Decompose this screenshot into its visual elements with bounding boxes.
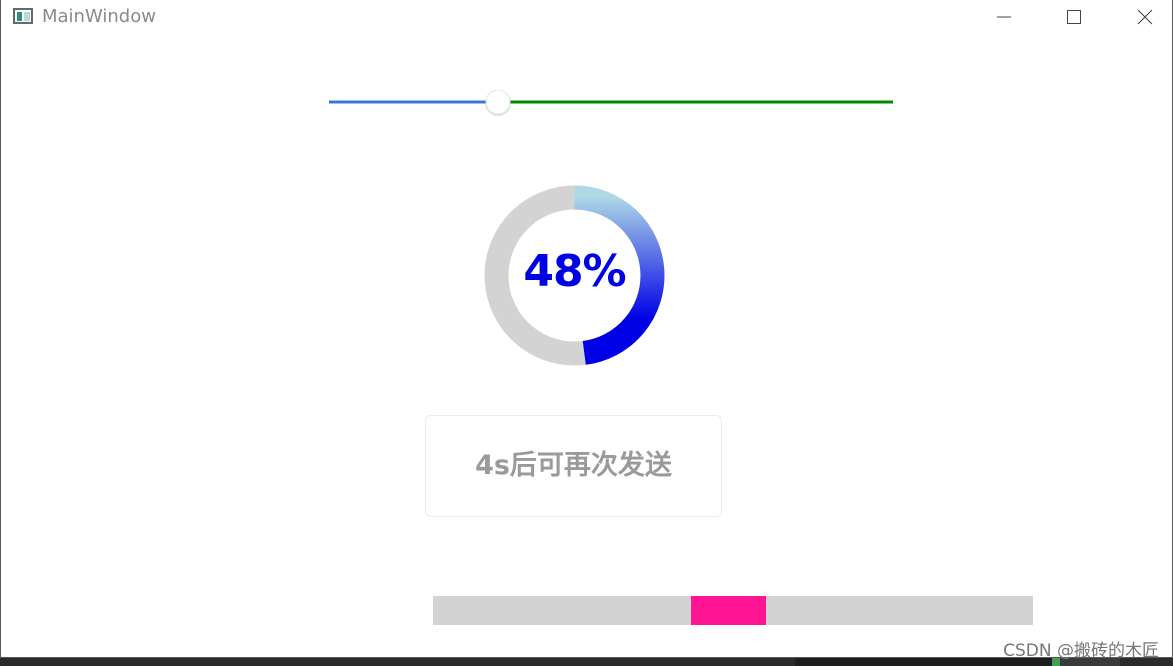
close-icon bbox=[1137, 9, 1153, 25]
progress-ring: 48% bbox=[483, 184, 666, 367]
indeterminate-loading-bar bbox=[433, 596, 1033, 625]
maximize-icon bbox=[1067, 10, 1081, 24]
progress-percent-label: 48% bbox=[523, 246, 626, 297]
taskbar-strip bbox=[0, 658, 1173, 666]
minimize-icon bbox=[997, 16, 1011, 18]
value-slider[interactable] bbox=[329, 90, 893, 116]
window-title: MainWindow bbox=[42, 6, 156, 27]
main-window: MainWindow 48% 4s后可再次发送 bbox=[0, 0, 1173, 658]
maximize-button[interactable] bbox=[1051, 0, 1097, 34]
watermark-text: CSDN @搬砖的木匠 bbox=[1003, 641, 1159, 661]
close-button[interactable] bbox=[1122, 0, 1168, 34]
resend-code-button[interactable]: 4s后可再次发送 bbox=[425, 415, 722, 517]
title-bar[interactable]: MainWindow bbox=[1, 0, 1172, 34]
app-window-icon bbox=[13, 8, 33, 24]
loading-bar-indicator bbox=[691, 596, 766, 625]
minimize-button[interactable] bbox=[981, 0, 1027, 34]
slider-thumb[interactable] bbox=[485, 90, 511, 115]
